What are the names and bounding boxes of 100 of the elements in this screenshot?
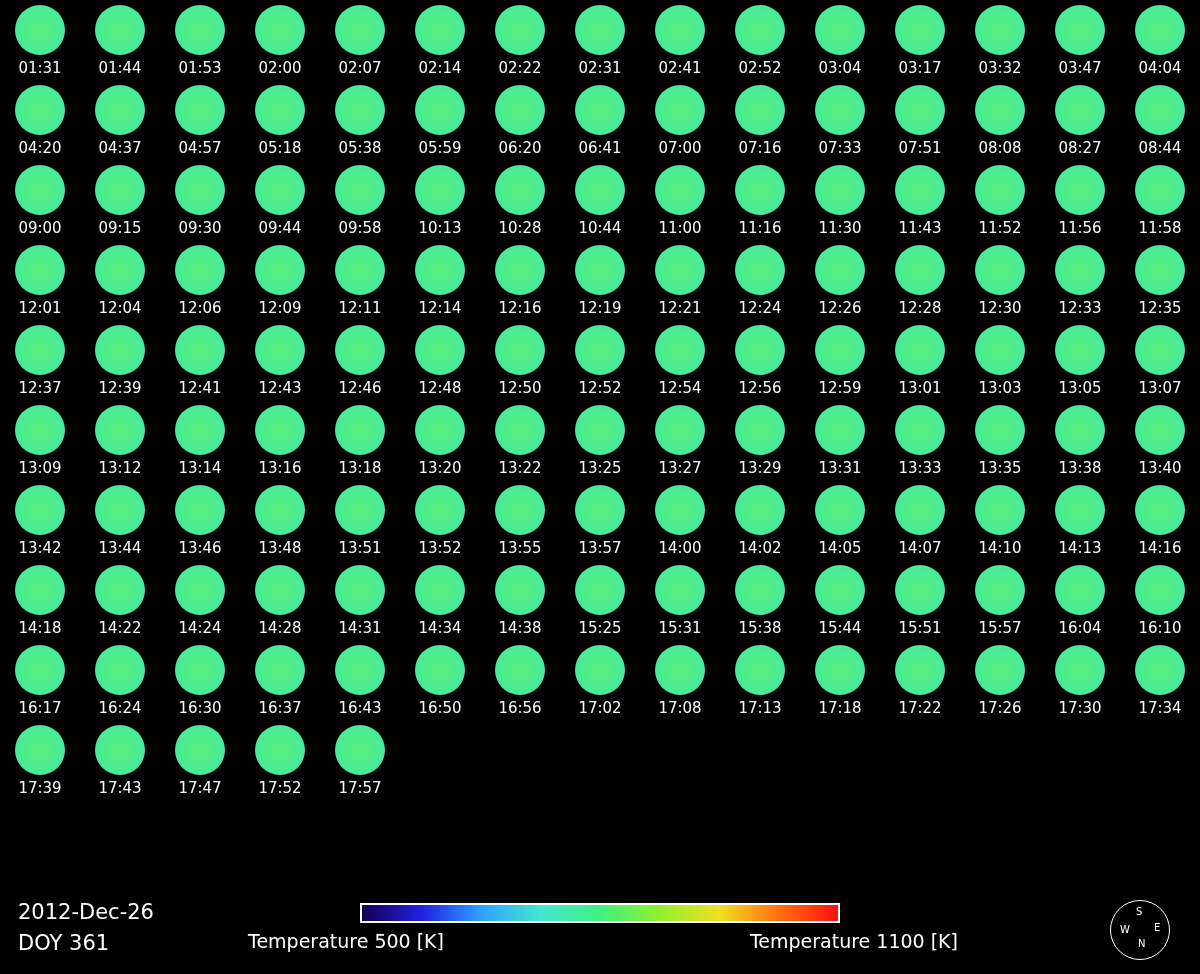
time-label: 10:28: [498, 221, 542, 236]
time-label: 13:27: [658, 461, 702, 476]
time-label: 13:22: [498, 461, 542, 476]
time-label: 13:18: [338, 461, 382, 476]
time-label: 13:51: [338, 541, 382, 556]
colorbar-max-label: Temperature 1100 [K]: [749, 932, 958, 951]
time-label: 17:52: [258, 781, 302, 796]
time-label: 12:01: [18, 301, 62, 316]
time-label: 17:22: [898, 701, 942, 716]
time-label: 07:51: [898, 141, 942, 156]
time-label: 10:44: [578, 221, 622, 236]
time-label: 12:26: [818, 301, 862, 316]
time-label: 16:10: [1138, 621, 1182, 636]
time-label: 14:05: [818, 541, 862, 556]
time-label: 14:38: [498, 621, 542, 636]
time-label: 12:33: [1058, 301, 1102, 316]
time-label: 17:18: [818, 701, 862, 716]
time-label: 14:34: [418, 621, 462, 636]
time-label: 13:42: [18, 541, 62, 556]
compass-letter: E: [1154, 923, 1161, 933]
time-label: 17:34: [1138, 701, 1182, 716]
time-label: 12:39: [98, 381, 142, 396]
date-label: 2012-Dec-26: [18, 902, 154, 923]
time-label: 12:46: [338, 381, 382, 396]
time-label: 13:12: [98, 461, 142, 476]
time-label: 03:32: [978, 61, 1022, 76]
time-label: 12:37: [18, 381, 62, 396]
time-label: 14:02: [738, 541, 782, 556]
time-label: 02:00: [258, 61, 302, 76]
time-label: 11:16: [738, 221, 782, 236]
time-label: 13:20: [418, 461, 462, 476]
time-label: 13:46: [178, 541, 222, 556]
time-label: 09:30: [178, 221, 222, 236]
time-label: 14:22: [98, 621, 142, 636]
time-label: 13:38: [1058, 461, 1102, 476]
time-label: 15:25: [578, 621, 622, 636]
time-label: 14:13: [1058, 541, 1102, 556]
time-label: 17:13: [738, 701, 782, 716]
time-label: 14:28: [258, 621, 302, 636]
time-label: 03:47: [1058, 61, 1102, 76]
time-label: 12:41: [178, 381, 222, 396]
colorbar-min-label: Temperature 500 [K]: [248, 932, 444, 951]
time-label: 12:54: [658, 381, 702, 396]
time-label: 01:44: [98, 61, 142, 76]
time-label: 16:24: [98, 701, 142, 716]
time-label: 08:08: [978, 141, 1022, 156]
time-label: 07:00: [658, 141, 702, 156]
time-label: 11:00: [658, 221, 702, 236]
time-label: 04:57: [178, 141, 222, 156]
time-label: 02:07: [338, 61, 382, 76]
time-label: 13:03: [978, 381, 1022, 396]
time-label: 16:56: [498, 701, 542, 716]
time-label: 12:35: [1138, 301, 1182, 316]
time-label: 09:15: [98, 221, 142, 236]
time-label: 13:44: [98, 541, 142, 556]
time-label: 01:31: [18, 61, 62, 76]
time-label: 13:35: [978, 461, 1022, 476]
time-label: 12:52: [578, 381, 622, 396]
time-label: 05:38: [338, 141, 382, 156]
time-label: 13:40: [1138, 461, 1182, 476]
time-label: 12:09: [258, 301, 302, 316]
time-label: 11:58: [1138, 221, 1182, 236]
time-label: 13:52: [418, 541, 462, 556]
time-label: 08:44: [1138, 141, 1182, 156]
time-label: 13:05: [1058, 381, 1102, 396]
time-label: 13:14: [178, 461, 222, 476]
compass-letter: N: [1138, 939, 1146, 949]
time-label: 07:16: [738, 141, 782, 156]
time-label: 15:31: [658, 621, 702, 636]
time-label: 02:14: [418, 61, 462, 76]
time-label: 17:26: [978, 701, 1022, 716]
time-label: 01:53: [178, 61, 222, 76]
time-label: 14:00: [658, 541, 702, 556]
time-label: 12:50: [498, 381, 542, 396]
time-label: 12:21: [658, 301, 702, 316]
time-label: 14:16: [1138, 541, 1182, 556]
time-label: 16:17: [18, 701, 62, 716]
time-label: 14:10: [978, 541, 1022, 556]
time-label: 12:19: [578, 301, 622, 316]
time-label: 17:47: [178, 781, 222, 796]
time-label: 09:44: [258, 221, 302, 236]
time-label: 16:50: [418, 701, 462, 716]
time-label: 06:20: [498, 141, 542, 156]
time-label: 13:48: [258, 541, 302, 556]
time-label: 04:37: [98, 141, 142, 156]
time-label: 13:25: [578, 461, 622, 476]
time-label: 14:07: [898, 541, 942, 556]
time-label: 16:43: [338, 701, 382, 716]
time-label: 09:00: [18, 221, 62, 236]
time-label: 17:43: [98, 781, 142, 796]
time-label: 16:30: [178, 701, 222, 716]
time-label: 15:44: [818, 621, 862, 636]
time-label: 02:52: [738, 61, 782, 76]
time-label: 12:11: [338, 301, 382, 316]
time-label: 06:41: [578, 141, 622, 156]
time-label: 16:37: [258, 701, 302, 716]
time-label: 15:51: [898, 621, 942, 636]
time-label: 12:48: [418, 381, 462, 396]
time-label: 11:43: [898, 221, 942, 236]
time-label: 13:01: [898, 381, 942, 396]
